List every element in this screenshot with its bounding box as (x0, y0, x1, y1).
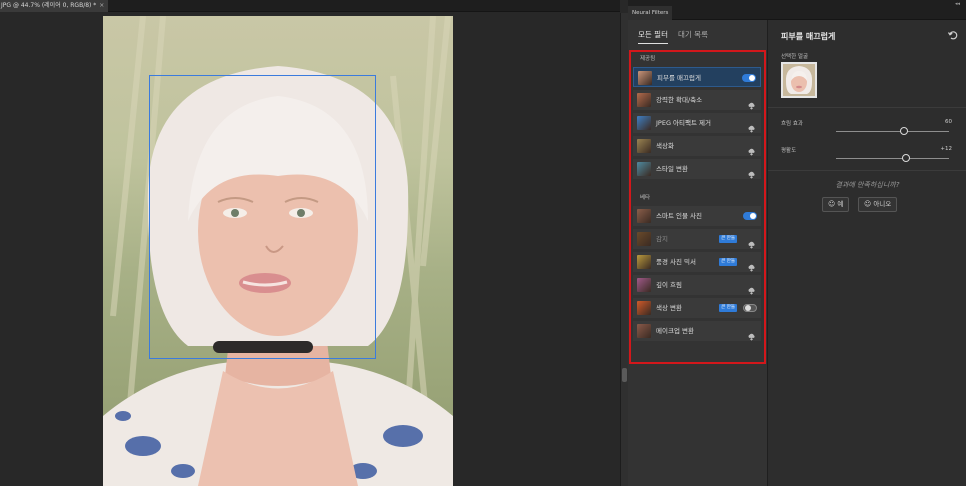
filter-name: 메이크업 변환 (656, 327, 694, 335)
cloud-download-icon[interactable] (747, 118, 756, 133)
filter-name: 스마트 인물 사진 (656, 212, 702, 220)
panel-title-tab[interactable]: Neural Filters (628, 6, 673, 20)
status-badge: 큰 만들 (719, 258, 737, 266)
filter-item[interactable]: 색상 변환 큰 만들 (633, 298, 761, 318)
filter-settings-panel: 피부를 매끄럽게 선택한 얼굴 흐림 효과 60 평활도 +12 결과에 만족하십니까… (767, 20, 966, 486)
feedback-question: 결과에 만족하십니까? (835, 181, 900, 189)
document-tab-bar: JPG @ 44.7% (레이어 0, RGB/8) * × (0, 0, 620, 12)
cloud-download-icon[interactable] (747, 257, 756, 272)
tab-wait-list[interactable]: 대기 목록 (678, 29, 708, 41)
no-label: 아니오 (873, 200, 892, 208)
panel-menu-icon[interactable]: ◂◂ (955, 1, 960, 7)
filter-name: 색상화 (656, 142, 674, 150)
filter-name: JPEG 아티팩트 제거 (656, 119, 711, 127)
separator (768, 170, 966, 171)
document-tab[interactable]: JPG @ 44.7% (레이어 0, RGB/8) * × (0, 0, 109, 12)
scrollbar-thumb[interactable] (622, 368, 627, 382)
slider-label: 평활도 (781, 148, 797, 154)
neural-filters-header: Neural Filters ◂◂ (628, 0, 966, 20)
settings-title: 피부를 매끄럽게 (781, 32, 836, 41)
filter-thumbnail (637, 232, 651, 246)
cloud-download-icon[interactable] (747, 280, 756, 295)
filter-name: 색상 변환 (656, 304, 682, 312)
document-tab-title: JPG @ 44.7% (레이어 0, RGB/8) * (1, 2, 97, 9)
cloud-download-icon[interactable] (747, 164, 756, 179)
status-badge: 큰 만들 (719, 304, 737, 312)
filter-thumbnail (637, 162, 651, 176)
reset-icon[interactable] (948, 30, 958, 40)
filter-toggle[interactable] (743, 304, 757, 312)
filter-list-panel: 모든 필터 대기 목록 제공됨피부를 매끄럽게강력한 확대/축소 JPEG 아티팩… (628, 20, 767, 486)
filter-item[interactable]: 피부를 매끄럽게 (633, 67, 761, 87)
filter-item[interactable]: 스마트 인물 사진 (633, 206, 761, 226)
slider-label: 흐림 효과 (781, 121, 803, 127)
cloud-download-icon[interactable] (747, 326, 756, 341)
filter-toggle[interactable] (742, 74, 756, 82)
filter-thumbnail (638, 71, 652, 85)
feedback-yes-button[interactable]: ☺ 예 (822, 197, 850, 212)
cloud-download-icon[interactable] (747, 141, 756, 156)
filter-item[interactable]: JPEG 아티팩트 제거 (633, 113, 761, 133)
filter-item[interactable]: 풍경 사진 믹서 큰 만들 (633, 252, 761, 272)
cloud-download-icon[interactable] (747, 95, 756, 110)
filter-name: 풍경 사진 믹서 (656, 258, 697, 266)
filter-tabs: 모든 필터 대기 목록 (638, 29, 758, 45)
filter-item[interactable]: 스타일 변환 (633, 159, 761, 179)
filter-name: 스타일 변환 (656, 165, 688, 173)
yes-label: 예 (837, 200, 844, 208)
filter-toggle[interactable] (743, 212, 757, 220)
filter-name: 피부를 매끄럽게 (657, 74, 701, 82)
slider-track[interactable] (836, 131, 949, 132)
status-badge: 큰 만들 (719, 235, 737, 243)
section-label: 제공됨 (640, 56, 656, 62)
cloud-download-icon[interactable] (747, 234, 756, 249)
filter-item[interactable]: 메이크업 변환 (633, 321, 761, 341)
selected-face-thumbnail[interactable] (781, 62, 817, 98)
filter-thumbnail (637, 278, 651, 292)
face-detection-box (149, 75, 376, 359)
close-icon[interactable]: × (99, 2, 104, 9)
filter-thumbnail (637, 139, 651, 153)
selected-face-label: 선택한 얼굴 (781, 54, 809, 60)
filter-name: 강력한 확대/축소 (656, 96, 703, 104)
filter-item[interactable]: 깊이 흐림 (633, 275, 761, 295)
filter-item[interactable]: 색상화 (633, 136, 761, 156)
separator (768, 107, 966, 108)
filter-thumbnail (637, 324, 651, 338)
filter-name: 깊이 흐림 (656, 281, 682, 289)
filter-thumbnail (637, 209, 651, 223)
smile-icon: ☺ (828, 200, 836, 208)
slider-value: +12 (940, 146, 952, 152)
slider-thumb[interactable] (899, 127, 908, 135)
filter-name: 감지 (656, 235, 668, 243)
section-label: 베타 (640, 195, 651, 201)
filter-item[interactable]: 강력한 확대/축소 (633, 90, 761, 110)
panel-divider[interactable] (620, 13, 628, 486)
slider-track[interactable] (836, 158, 949, 159)
slider-value: 60 (945, 119, 952, 125)
slider-thumb[interactable] (902, 154, 911, 162)
filter-item[interactable]: 감지 큰 만들 (633, 229, 761, 249)
feedback-no-button[interactable]: ☺ 아니오 (858, 197, 898, 212)
canvas-area[interactable] (0, 13, 620, 486)
filter-thumbnail (637, 255, 651, 269)
filter-thumbnail (637, 93, 651, 107)
tab-all-filters[interactable]: 모든 필터 (638, 29, 668, 44)
smile-icon: ☺ (864, 200, 872, 208)
filter-thumbnail (637, 301, 651, 315)
filter-thumbnail (637, 116, 651, 130)
